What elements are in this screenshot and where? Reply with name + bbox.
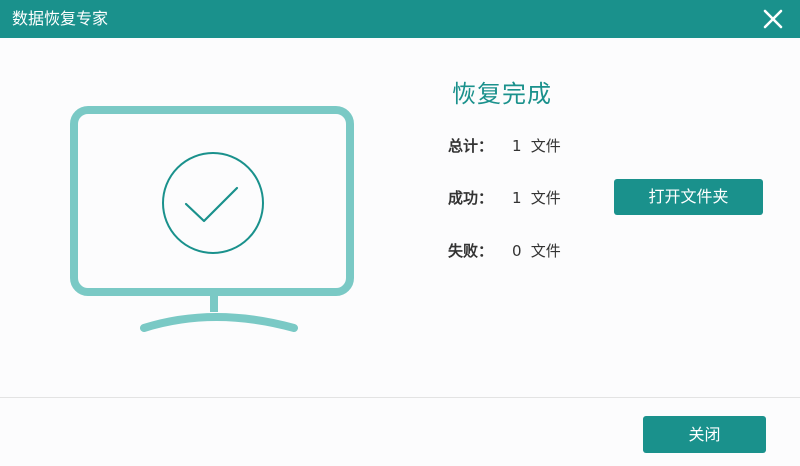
failed-label: 失败：	[448, 242, 494, 260]
success-unit: 文件	[530, 189, 561, 207]
total-count: 1	[512, 137, 522, 155]
close-button[interactable]: 关闭	[643, 416, 766, 453]
success-label: 成功：	[448, 189, 494, 207]
total-row: 总计： 1 文件	[448, 135, 561, 156]
recovery-complete-dialog: 数据恢复专家 恢复完成 总计： 1 文件 成功： 1 文件 失败： 0 文件 打开文件…	[0, 0, 800, 466]
window-title: 数据恢复专家	[12, 9, 109, 28]
total-label: 总计：	[448, 137, 494, 155]
result-heading: 恢复完成	[452, 80, 552, 108]
failed-row: 失败： 0 文件	[448, 240, 561, 261]
close-icon[interactable]	[760, 6, 786, 32]
footer-divider	[0, 397, 800, 398]
failed-count: 0	[512, 242, 522, 260]
open-folder-button[interactable]: 打开文件夹	[614, 179, 763, 215]
monitor-checkmark-icon	[70, 106, 354, 332]
title-bar: 数据恢复专家	[0, 0, 800, 38]
success-count: 1	[512, 189, 522, 207]
success-row: 成功： 1 文件	[448, 187, 561, 208]
failed-unit: 文件	[530, 242, 561, 260]
total-unit: 文件	[530, 137, 561, 155]
